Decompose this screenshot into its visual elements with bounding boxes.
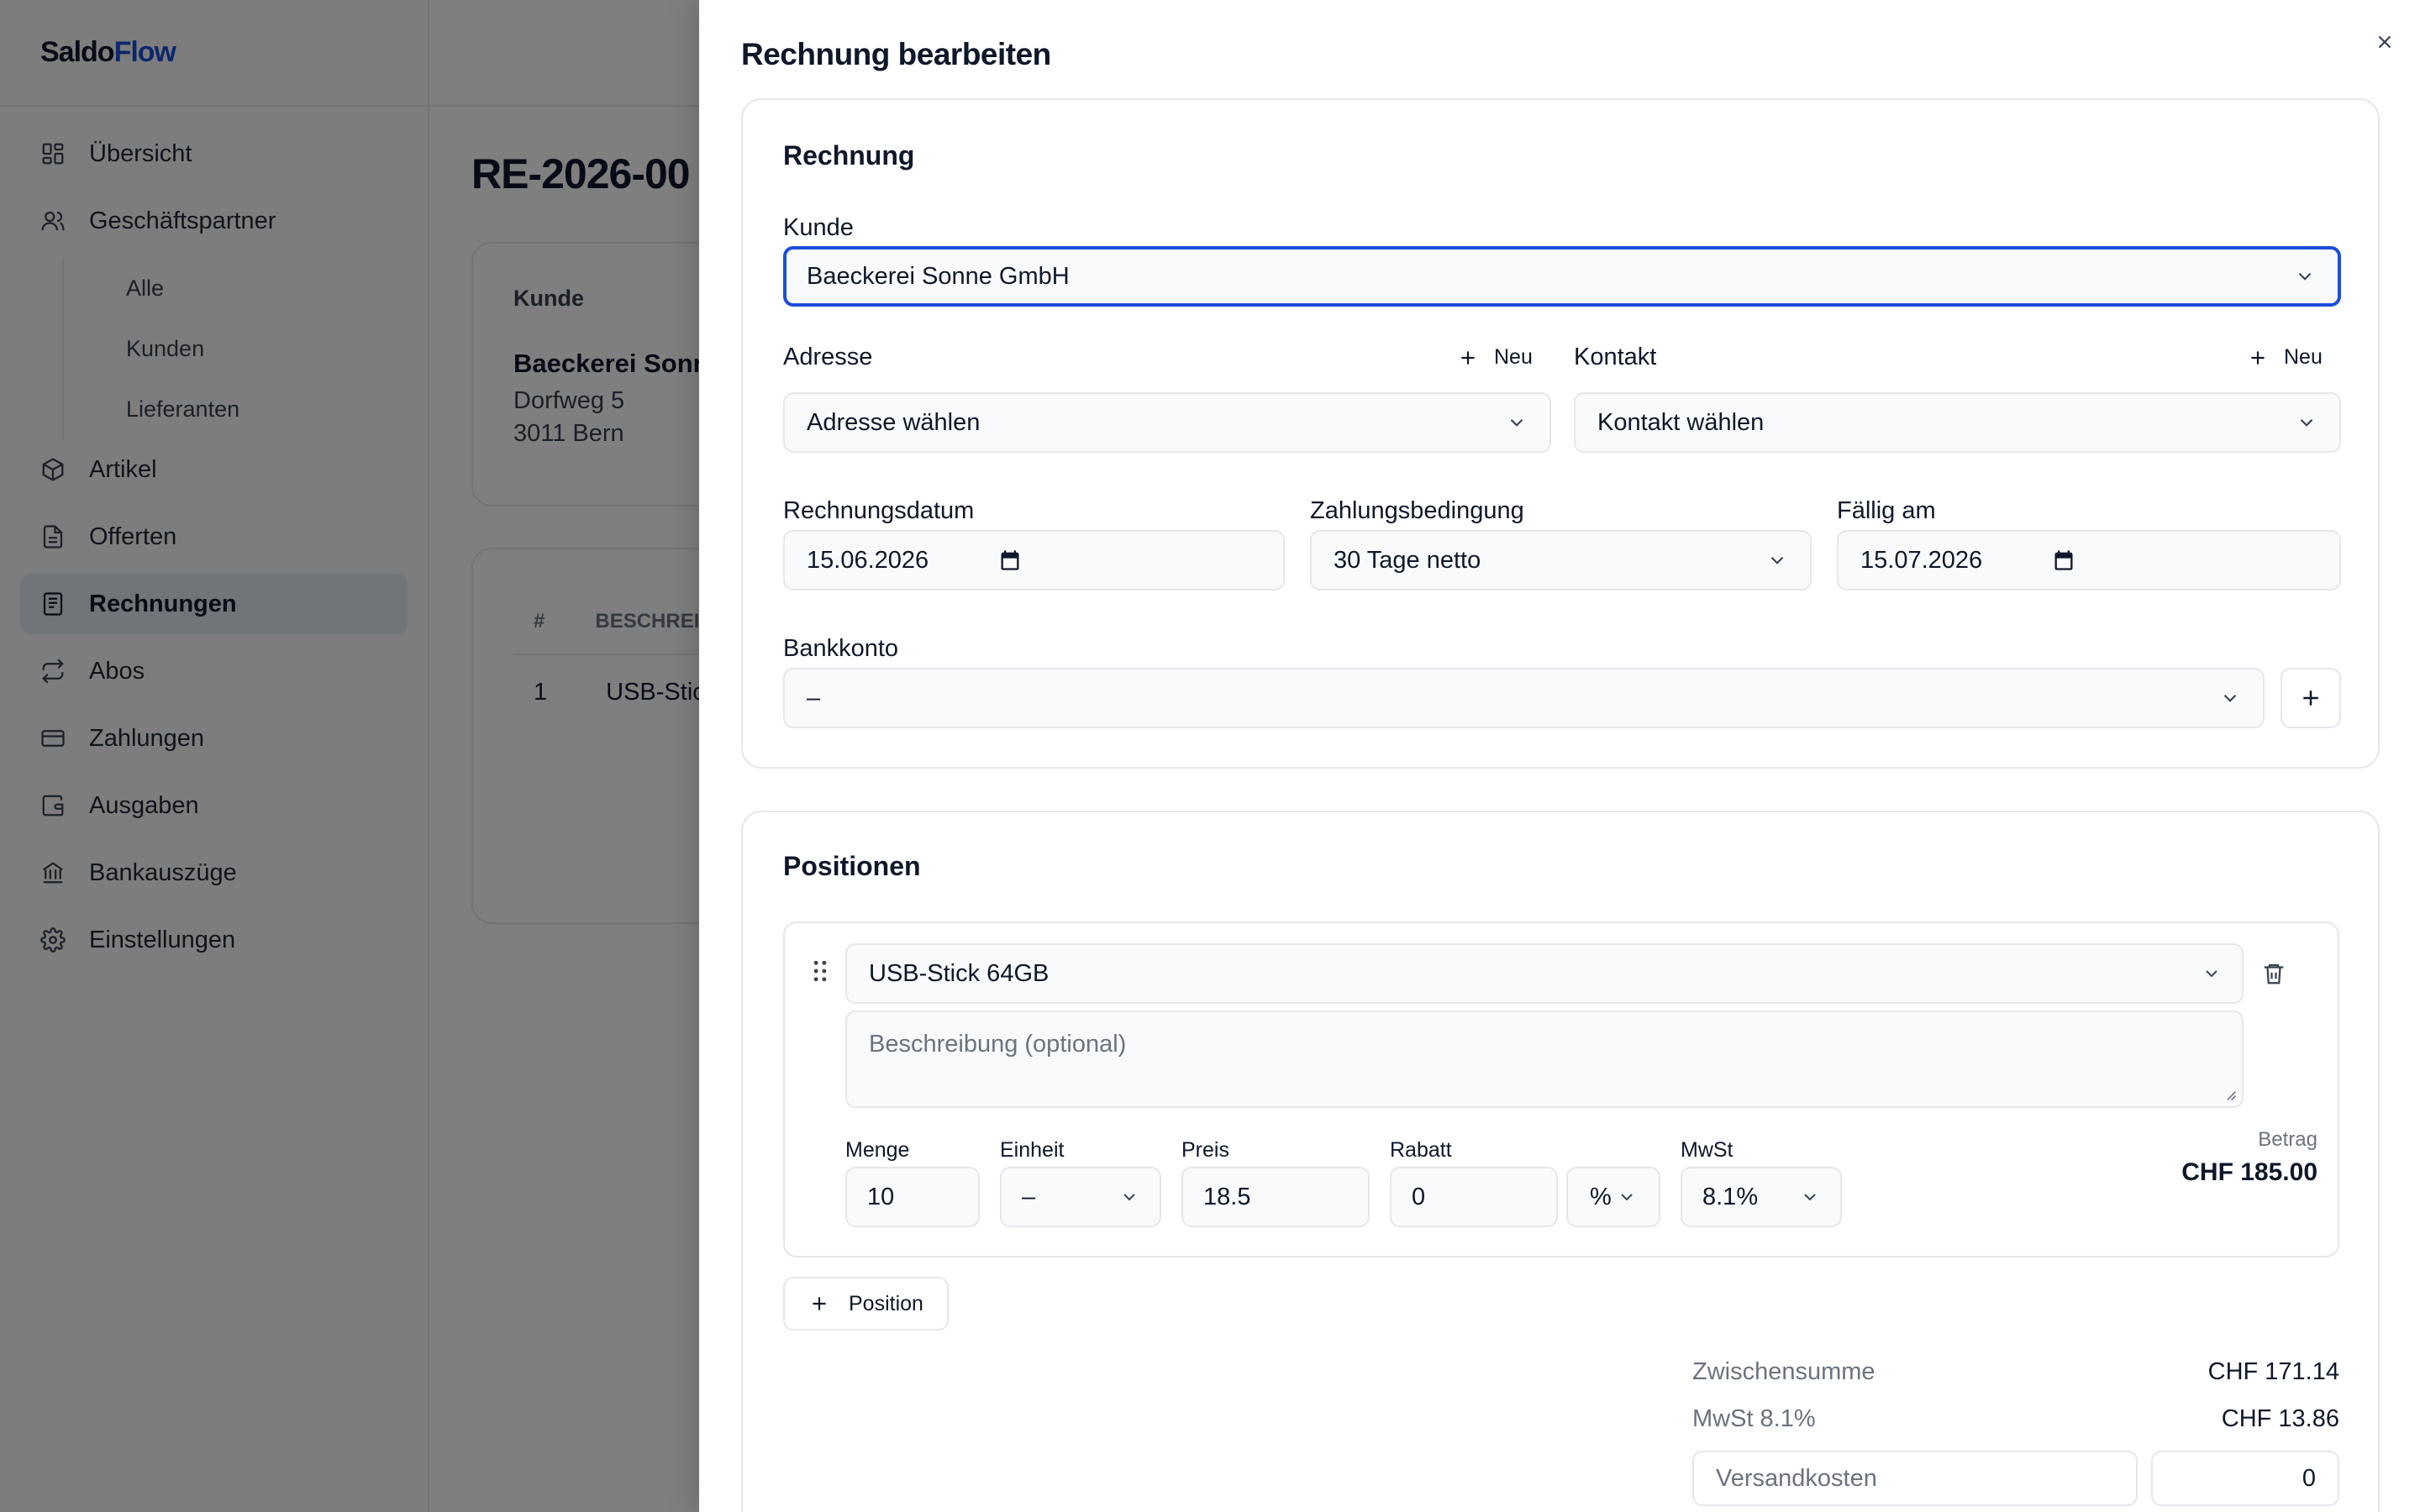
vat-total-label: MwSt 8.1% xyxy=(1692,1405,1816,1432)
unit-value: – xyxy=(1022,1183,1036,1210)
article-select-value: USB-Stick 64GB xyxy=(869,959,1050,987)
chevron-down-icon xyxy=(1770,556,1784,564)
contact-select-value: Kontakt wählen xyxy=(1597,408,1765,436)
add-bank-account-button[interactable] xyxy=(2281,668,2341,728)
vat-total-row: MwSt 8.1% CHF 13.86 xyxy=(1692,1405,2339,1433)
amount-value: CHF 185.00 xyxy=(2181,1158,2317,1186)
chevron-down-icon xyxy=(1621,1194,1633,1201)
price-value: 18.5 xyxy=(1203,1183,1251,1210)
trash-icon xyxy=(2264,963,2284,984)
positions-section: Positionen USB-Stick 64GB Beschreibung (… xyxy=(741,811,2380,1512)
discount-type-select[interactable]: % xyxy=(1566,1167,1660,1227)
edit-invoice-sheet: Rechnung bearbeiten Rechnung Kunde Baeck… xyxy=(699,0,2420,1512)
bank-account-label: Bankkonto xyxy=(783,635,899,662)
invoice-date-value: 15.06.2026 xyxy=(807,546,929,574)
new-address-label: Neu xyxy=(1494,345,1533,369)
address-label: Adresse xyxy=(783,344,873,370)
customer-select-value: Baeckerei Sonne GmbH xyxy=(807,262,1070,290)
vat-select[interactable]: 8.1% xyxy=(1681,1167,1842,1227)
subtotal-value: CHF 171.14 xyxy=(2207,1358,2339,1385)
due-date-label: Fällig am xyxy=(1837,497,1936,524)
vat-total-value: CHF 13.86 xyxy=(2221,1405,2339,1432)
chevron-down-icon xyxy=(2206,970,2217,978)
vat-label: MwSt xyxy=(1681,1138,1733,1162)
amount-label: Betrag xyxy=(2258,1128,2317,1151)
discount-value: 0 xyxy=(1412,1183,1426,1210)
due-date-value: 15.07.2026 xyxy=(1860,546,1983,574)
chevron-down-icon xyxy=(2298,272,2312,281)
shipping-label-field[interactable]: Versandkosten xyxy=(1692,1451,2138,1506)
description-placeholder: Beschreibung (optional) xyxy=(869,1031,1127,1058)
close-icon xyxy=(2378,35,2391,49)
contact-select[interactable]: Kontakt wählen xyxy=(1574,392,2341,453)
due-date-input[interactable]: 15.07.2026 xyxy=(1837,530,2341,591)
invoice-section: Rechnung Kunde Baeckerei Sonne GmbH Adre… xyxy=(741,98,2380,769)
quantity-value: 10 xyxy=(867,1183,895,1210)
unit-select[interactable]: – xyxy=(1000,1167,1161,1227)
quantity-input[interactable]: 10 xyxy=(845,1167,980,1227)
payment-terms-value: 30 Tage netto xyxy=(1334,546,1481,574)
calendar-icon[interactable] xyxy=(998,549,1022,572)
plus-icon xyxy=(1461,350,1475,365)
address-select[interactable]: Adresse wählen xyxy=(783,392,1551,453)
invoice-section-title: Rechnung xyxy=(783,140,915,171)
article-select[interactable]: USB-Stick 64GB xyxy=(845,943,2244,1004)
drag-handle-icon[interactable] xyxy=(812,960,829,982)
bank-account-select[interactable]: – xyxy=(783,668,2265,728)
sheet-title: Rechnung bearbeiten xyxy=(741,37,1051,71)
bank-account-value: – xyxy=(807,684,821,711)
discount-input[interactable]: 0 xyxy=(1390,1167,1558,1227)
invoice-date-label: Rechnungsdatum xyxy=(783,497,975,524)
close-button[interactable] xyxy=(2368,25,2402,59)
positions-section-title: Positionen xyxy=(783,851,921,881)
delete-position-button[interactable] xyxy=(2257,957,2291,990)
address-select-value: Adresse wählen xyxy=(807,408,981,436)
shipping-amount-input[interactable]: 0 xyxy=(2151,1451,2339,1506)
unit-label: Einheit xyxy=(1000,1138,1065,1162)
resize-handle-icon[interactable] xyxy=(2223,1088,2237,1101)
plus-icon xyxy=(2251,350,2265,365)
discount-label: Rabatt xyxy=(1390,1138,1452,1162)
payment-terms-select[interactable]: 30 Tage netto xyxy=(1310,530,1812,591)
vat-value: 8.1% xyxy=(1702,1183,1759,1210)
add-position-button[interactable]: Position xyxy=(783,1277,949,1331)
price-label: Preis xyxy=(1181,1138,1229,1162)
subtotal-label: Zwischensumme xyxy=(1692,1358,1876,1385)
chevron-down-icon xyxy=(1804,1194,1816,1201)
invoice-date-input[interactable]: 15.06.2026 xyxy=(783,530,1285,591)
new-address-button[interactable]: Neu xyxy=(1457,345,1533,370)
payment-terms-label: Zahlungsbedingung xyxy=(1310,497,1524,524)
plus-icon xyxy=(813,1297,826,1310)
new-contact-button[interactable]: Neu xyxy=(2247,345,2323,370)
customer-label: Kunde xyxy=(783,214,854,241)
shipping-value: 0 xyxy=(2302,1464,2316,1492)
new-contact-label: Neu xyxy=(2284,345,2323,369)
contact-label: Kontakt xyxy=(1574,344,1657,370)
add-position-label: Position xyxy=(849,1291,923,1315)
plus-icon xyxy=(2303,690,2318,706)
chevron-down-icon xyxy=(2223,694,2237,702)
description-textarea[interactable]: Beschreibung (optional) xyxy=(845,1011,2244,1108)
quantity-label: Menge xyxy=(845,1138,910,1162)
chevron-down-icon xyxy=(1123,1194,1135,1201)
calendar-icon[interactable] xyxy=(2052,549,2075,572)
position-item: USB-Stick 64GB Beschreibung (optional) M… xyxy=(783,921,2339,1257)
chevron-down-icon xyxy=(1510,418,1523,427)
discount-type-value: % xyxy=(1590,1183,1612,1210)
chevron-down-icon xyxy=(2300,418,2313,427)
subtotal-row: Zwischensumme CHF 171.14 xyxy=(1692,1358,2339,1386)
customer-select[interactable]: Baeckerei Sonne GmbH xyxy=(783,246,2341,307)
price-input[interactable]: 18.5 xyxy=(1181,1167,1370,1227)
shipping-label: Versandkosten xyxy=(1716,1464,1877,1492)
